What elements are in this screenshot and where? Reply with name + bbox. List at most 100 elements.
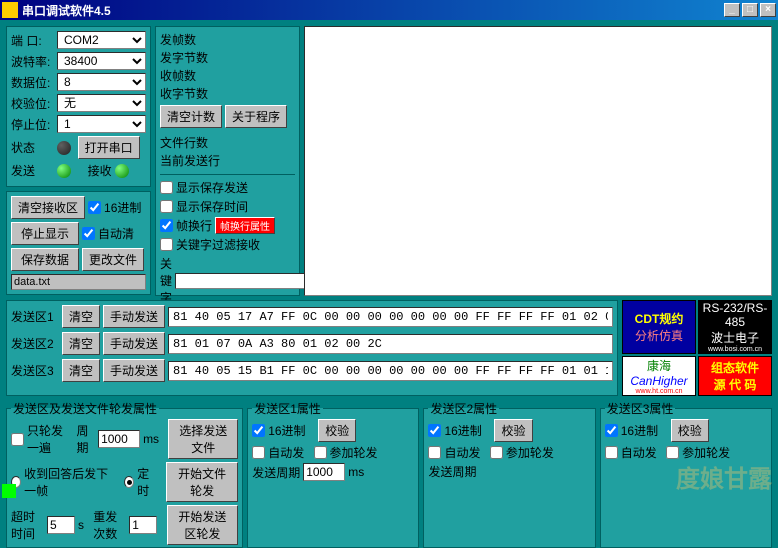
only-once-checkbox[interactable] [11,433,24,446]
recv-led-icon [115,164,129,178]
zone3-props-panel: 发送区3属性 16进制 校验 自动发 参加轮发 [600,400,772,548]
current-line-label: 当前发送行 [160,152,295,166]
baud-label: 波特率: [11,53,57,70]
status-label: 状态 [11,139,57,156]
timed-radio[interactable] [124,476,134,488]
timeout-label: 超时时间 [11,508,44,542]
start-file-poll-button[interactable]: 开始文件轮发 [166,462,238,502]
hex-recv-checkbox[interactable] [88,201,101,214]
clear-zone3-button[interactable]: 清空 [62,359,100,382]
stop-display-button[interactable]: 停止显示 [11,222,79,245]
zone3-check-button[interactable]: 校验 [671,419,709,442]
clear-count-button[interactable]: 清空计数 [160,105,222,128]
ad-source[interactable]: 组态软件源 代 码 [698,356,772,396]
zone2-props-legend: 发送区2属性 [428,400,499,417]
zone2-props-panel: 发送区2属性 16进制 校验 自动发 参加轮发 发送周期 [423,400,595,548]
tx-frames-label: 发帧数 [160,31,295,45]
show-save-time-checkbox[interactable] [160,200,173,213]
period-label: 周期 [76,422,95,456]
send-data1-input[interactable] [168,307,613,327]
ad-cdt[interactable]: CDT规约分析仿真 [622,300,696,354]
send-data3-input[interactable] [168,361,613,381]
show-save-send-label: 显示保存发送 [176,179,248,196]
baud-select[interactable]: 38400 [57,52,146,70]
window-title: 串口调试软件4.5 [22,2,724,19]
rx-frames-label: 收帧数 [160,67,295,81]
zone1-period-input[interactable] [303,463,345,481]
zone2-hex-checkbox[interactable] [428,424,441,437]
zone2-poll-checkbox[interactable] [490,446,503,459]
file-lines-label: 文件行数 [160,134,295,148]
zone1-auto-checkbox[interactable] [252,446,265,459]
clear-zone2-button[interactable]: 清空 [62,332,100,355]
zone3-poll-checkbox[interactable] [666,446,679,459]
send-zone2-label: 发送区2 [11,335,59,352]
manual-send3-button[interactable]: 手动发送 [103,359,165,382]
ads-panel: CDT规约分析仿真 RS-232/RS-485波士电子www.bosi.com.… [622,300,772,396]
minimize-button[interactable]: _ [724,3,740,17]
zone1-props-legend: 发送区1属性 [252,400,323,417]
keyword-label: 关键字 [160,255,172,306]
timeout-input[interactable] [47,516,75,534]
clear-recv-button[interactable]: 清空接收区 [11,196,85,219]
stopbits-select[interactable]: 1 [57,115,146,133]
period-unit: ms [143,432,159,446]
manual-send1-button[interactable]: 手动发送 [103,305,165,328]
titlebar: 串口调试软件4.5 _ □ × [0,0,778,20]
change-file-button[interactable]: 更改文件 [82,248,144,271]
rx-bytes-label: 收字节数 [160,85,295,99]
send-data2-input[interactable] [168,334,613,354]
close-button[interactable]: × [760,3,776,17]
ad-canhigher[interactable]: 康海CanHigherwww.ht.com.cn [622,356,696,396]
zone3-props-legend: 发送区3属性 [605,400,676,417]
only-once-label: 只轮发一遍 [27,422,73,456]
recv-label: 接收 [88,162,112,179]
stats-panel: 发帧数 发字节数 收帧数 收字节数 清空计数关于程序 文件行数 当前发送行 显示… [155,26,300,296]
clear-zone1-button[interactable]: 清空 [62,305,100,328]
save-data-button[interactable]: 保存数据 [11,248,79,271]
auto-clear-label: 自动清 [98,225,134,242]
frame-wrap-checkbox[interactable] [160,219,173,232]
timeout-unit: s [78,518,84,532]
stopbits-label: 停止位: [11,116,57,133]
zone1-props-panel: 发送区1属性 16进制 校验 自动发 参加轮发 发送周期ms [247,400,419,548]
start-zone-poll-button[interactable]: 开始发送区轮发 [167,505,239,545]
databits-label: 数据位: [11,74,57,91]
zone2-auto-checkbox[interactable] [428,446,441,459]
app-icon [2,2,18,18]
receive-display-area[interactable] [304,26,772,296]
auto-clear-checkbox[interactable] [82,227,95,240]
about-button[interactable]: 关于程序 [225,105,287,128]
manual-send2-button[interactable]: 手动发送 [103,332,165,355]
send-led-icon [57,164,71,178]
parity-label: 校验位: [11,95,57,112]
zone1-poll-checkbox[interactable] [314,446,327,459]
repeat-input[interactable] [129,516,157,534]
open-port-button[interactable]: 打开串口 [78,136,140,159]
poll-props-legend: 发送区及发送文件轮发属性 [11,400,159,417]
zone2-check-button[interactable]: 校验 [494,419,532,442]
frame-wrap-label: 帧换行 [176,217,212,234]
send-zone3-label: 发送区3 [11,362,59,379]
send-panel: 发送区1清空手动发送 发送区2清空手动发送 发送区3清空手动发送 [6,300,618,396]
parity-select[interactable]: 无 [57,94,146,112]
recv-control-panel: 清空接收区 16进制 停止显示 自动清 保存数据更改文件 [6,191,151,295]
zone1-check-button[interactable]: 校验 [318,419,356,442]
frame-wrap-props-button[interactable]: 帧换行属性 [215,217,275,234]
show-save-send-checkbox[interactable] [160,181,173,194]
zone3-hex-checkbox[interactable] [605,424,618,437]
port-select[interactable]: COM2 [57,31,146,49]
corner-indicator-icon [2,484,16,498]
period-input[interactable] [98,430,140,448]
zone3-auto-checkbox[interactable] [605,446,618,459]
maximize-button[interactable]: □ [742,3,758,17]
zone1-hex-checkbox[interactable] [252,424,265,437]
port-settings-panel: 端 口:COM2 波特率:38400 数据位:8 校验位:无 停止位:1 状态 … [6,26,151,187]
select-file-button[interactable]: 选择发送文件 [168,419,238,459]
keyword-filter-checkbox[interactable] [160,238,173,251]
filename-field[interactable] [11,274,146,290]
hex-recv-label: 16进制 [104,199,141,216]
databits-select[interactable]: 8 [57,73,146,91]
ad-bosi[interactable]: RS-232/RS-485波士电子www.bosi.com.cn [698,300,772,354]
send-label: 发送 [11,162,57,179]
